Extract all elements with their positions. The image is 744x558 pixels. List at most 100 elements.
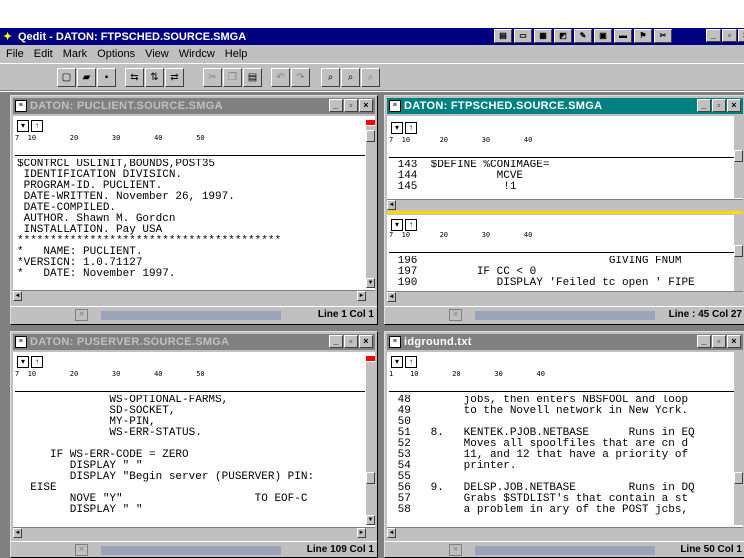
- editor-pane-bottom[interactable]: ▾ ↑ 7 10 20 30 40 196 GIVING FNUM 197 IF …: [387, 215, 743, 302]
- close-icon[interactable]: ×: [738, 29, 744, 42]
- cut-icon[interactable]: ✂: [203, 68, 222, 87]
- window-title-bar[interactable]: ≡ DATON: FTPSCHED.SOURCE.SMGA _ ▫ ×: [387, 98, 743, 114]
- editor-pane[interactable]: ▾ ↑ 1 10 20 30 40 48 jobs, then enters NB…: [387, 352, 743, 538]
- code-line[interactable]: * DATE: November 1997.: [17, 269, 367, 280]
- vertical-scrollbar[interactable]: ▼: [366, 362, 375, 525]
- pin-icon[interactable]: ↑: [31, 120, 43, 132]
- maximize-icon[interactable]: ▫: [712, 335, 726, 348]
- editor-pane-top[interactable]: ▾ ↑ 7 10 20 30 40 143 $DEFINE %CONIMAGE= …: [387, 116, 743, 210]
- code-line[interactable]: DISPLAY "Begin server (PUSERVER) PIN:: [17, 472, 367, 483]
- code-line[interactable]: WS-ERR-STATUS.: [17, 428, 367, 439]
- close-icon[interactable]: ×: [727, 335, 741, 348]
- minimize-icon[interactable]: _: [697, 99, 711, 112]
- menu-options[interactable]: Options: [97, 48, 135, 60]
- monitor-icon[interactable]: ▬: [614, 29, 632, 43]
- pen-icon[interactable]: ✎: [574, 29, 592, 43]
- pin-icon[interactable]: ↑: [405, 219, 417, 231]
- vertical-scrollbar[interactable]: [734, 116, 743, 198]
- dropdown-icon[interactable]: ▾: [391, 122, 403, 134]
- save-icon[interactable]: ▪: [97, 68, 116, 87]
- editor-window-puclient[interactable]: ≡ DATON: PUCLIENT.SOURCE.SMGA _ ▫ × ▾ ↑ 7 1…: [10, 95, 378, 325]
- horizontal-scrollbar[interactable]: ◄: [387, 291, 743, 302]
- close-pane-icon[interactable]: ×: [449, 544, 462, 556]
- pin-icon[interactable]: ↑: [405, 356, 417, 368]
- tools-icon[interactable]: ✂: [654, 29, 672, 43]
- maximize-icon[interactable]: ▫: [344, 335, 358, 348]
- code-text[interactable]: 196 GIVING FNUM 197 IF CC < 0 190 DISPLA…: [391, 256, 737, 289]
- maximize-icon[interactable]: ▫: [344, 99, 358, 112]
- vertical-scrollbar[interactable]: ▼: [366, 126, 375, 288]
- horizontal-scrollbar[interactable]: ◄: [387, 527, 743, 538]
- code-line[interactable]: 58 a problem in ary of the POST jcbs,: [391, 505, 737, 516]
- minimize-icon[interactable]: _: [329, 99, 343, 112]
- open-folder-icon[interactable]: ▰: [77, 68, 96, 87]
- window-icon[interactable]: ▭: [514, 29, 532, 43]
- maximize-icon[interactable]: ▫: [712, 99, 726, 112]
- minimize-icon[interactable]: _: [706, 29, 721, 42]
- code-line[interactable]: 54 printer.: [391, 461, 737, 472]
- editor-window-background-txt[interactable]: ≡ idground.txt _ ▫ × ▾ ↑ 1 10 20 30 40 48 j…: [384, 331, 744, 558]
- pin-icon[interactable]: ↑: [405, 122, 417, 134]
- dropdown-icon[interactable]: ▾: [391, 219, 403, 231]
- close-icon[interactable]: ×: [727, 99, 741, 112]
- horizontal-scrollbar[interactable]: ◄: [387, 199, 743, 210]
- tile-icon[interactable]: ▦: [534, 29, 552, 43]
- editor-window-ftpsched[interactable]: ≡ DATON: FTPSCHED.SOURCE.SMGA _ ▫ × ▾ ↑ 7 1…: [384, 95, 744, 325]
- minimize-icon[interactable]: _: [697, 335, 711, 348]
- close-pane-icon[interactable]: ×: [75, 309, 88, 321]
- window-title-bar[interactable]: ≡ idground.txt _ ▫ ×: [387, 334, 743, 350]
- code-line[interactable]: 145 !1: [391, 182, 737, 193]
- find-next-icon[interactable]: ⌕: [341, 68, 360, 87]
- undo-icon[interactable]: ↶: [271, 68, 290, 87]
- code-line[interactable]: 190 DISPLAY 'Feiled tc open ' FIPE: [391, 278, 737, 289]
- flag-icon[interactable]: ⚑: [634, 29, 652, 43]
- maximize-icon[interactable]: ▫: [722, 29, 737, 42]
- menu-window[interactable]: Wirdcw: [179, 48, 215, 60]
- code-line[interactable]: 49 to the Novell network in New Ycrk.: [391, 406, 737, 417]
- close-icon[interactable]: ×: [359, 99, 373, 112]
- terminal-icon[interactable]: ▣: [594, 29, 612, 43]
- code-line[interactable]: DISPLAY " ": [17, 505, 367, 516]
- menu-mark[interactable]: Mark: [63, 48, 87, 60]
- qedit-app-icon[interactable]: ✦: [3, 31, 15, 43]
- split-divider[interactable]: [387, 211, 743, 214]
- redo-icon[interactable]: ↷: [291, 68, 310, 87]
- menu-help[interactable]: Help: [225, 48, 248, 60]
- editor-pane[interactable]: ▾ ↑ 7 10 20 30 40 50 $CONTRCL USLINIT,BOU…: [13, 116, 375, 301]
- window-title-bar[interactable]: ≡ DATON: PUCLIENT.SOURCE.SMGA _ ▫ ×: [13, 98, 375, 114]
- window-title-bar[interactable]: ≡ DATON: PUSERVER.SOURCE.SMGA _ ▫ ×: [13, 334, 375, 350]
- compare-icon[interactable]: ⇆: [125, 68, 144, 87]
- close-icon[interactable]: ×: [359, 335, 373, 348]
- column-ruler: 7 10 20 30 40 50: [15, 134, 365, 156]
- code-text[interactable]: 143 $DEFINE %CONIMAGE= 144 MCVE 145 !1: [391, 160, 737, 196]
- vertical-scrollbar[interactable]: [734, 352, 743, 525]
- merge-icon[interactable]: ⇄: [165, 68, 184, 87]
- pin-icon[interactable]: ↑: [31, 356, 43, 368]
- vertical-scrollbar[interactable]: [734, 215, 743, 291]
- minimize-icon[interactable]: _: [329, 335, 343, 348]
- close-pane-icon[interactable]: ×: [75, 544, 88, 556]
- menu-edit[interactable]: Edit: [34, 48, 53, 60]
- code-text[interactable]: 48 jobs, then enters NBSFOOL and loop 49…: [391, 395, 737, 523]
- copy-icon[interactable]: ❐: [223, 68, 242, 87]
- new-file-icon[interactable]: ▢: [57, 68, 76, 87]
- split-icon[interactable]: ⇅: [145, 68, 164, 87]
- replace-icon[interactable]: ⌕: [361, 68, 380, 87]
- dropdown-icon[interactable]: ▾: [17, 120, 29, 132]
- find-icon[interactable]: ⌕: [321, 68, 340, 87]
- menu-file[interactable]: File: [6, 48, 24, 60]
- code-text[interactable]: WS-OPTIONAL-FARMS, SD-SOCKET, MY-PIN, WS…: [17, 395, 367, 523]
- horizontal-scrollbar[interactable]: ◄ ►: [13, 527, 375, 538]
- menu-view[interactable]: View: [145, 48, 169, 60]
- dropdown-icon[interactable]: ▾: [17, 356, 29, 368]
- close-pane-icon[interactable]: ×: [449, 309, 462, 321]
- editor-window-puserver[interactable]: ≡ DATON: PUSERVER.SOURCE.SMGA _ ▫ × ▾ ↑ 7 1…: [10, 331, 378, 558]
- status-indicator: [101, 546, 281, 555]
- paste-icon[interactable]: ▤: [243, 68, 262, 87]
- horizontal-scrollbar[interactable]: ◄ ►: [13, 290, 375, 301]
- dropdown-icon[interactable]: ▾: [391, 356, 403, 368]
- cascade-icon[interactable]: ◩: [554, 29, 572, 43]
- toolbox-icon[interactable]: ▤: [494, 29, 512, 43]
- editor-pane[interactable]: ▾ ↑ 7 10 20 30 40 50 WS-OPTIONAL-FARMS, S…: [13, 352, 375, 538]
- code-text[interactable]: $CONTRCL USLINIT,BOUNDS,POST35 IDENTIFIC…: [17, 159, 367, 287]
